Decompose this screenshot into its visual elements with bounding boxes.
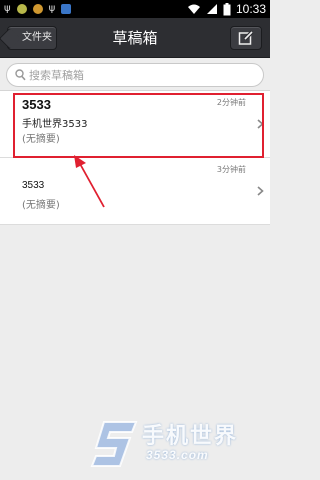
signal-icon — [206, 4, 217, 14]
list-item[interactable]: 3533 2分钟前 手机世界3533 (无摘要) — [0, 91, 270, 158]
app-icon — [61, 4, 72, 14]
watermark: 手机世界 3533.com — [90, 416, 260, 472]
watermark-title: 手机世界 — [142, 424, 239, 449]
compose-button[interactable] — [230, 26, 262, 50]
app-icon — [16, 4, 27, 14]
app-icon — [32, 4, 43, 14]
draft-time: 3分钟前 — [216, 165, 246, 174]
search-area — [0, 58, 270, 90]
wifi-icon — [187, 4, 200, 14]
draft-summary: (无摘要) — [22, 200, 60, 211]
watermark-subtitle: 3533.com — [146, 448, 209, 462]
annotation-arrow-icon — [74, 155, 105, 208]
back-button[interactable]: 文件夹 — [7, 26, 57, 50]
draft-recipient: 3533 — [22, 180, 45, 191]
search-input[interactable] — [29, 64, 249, 86]
draft-time: 2分钟前 — [216, 98, 246, 107]
usb-icon: ψ — [4, 3, 11, 14]
watermark-logo-icon — [90, 421, 138, 467]
compose-icon — [238, 30, 254, 45]
draft-recipient: 3533 — [22, 97, 51, 112]
title-bar: 文件夹 草稿箱 — [0, 18, 270, 58]
status-bar: ψ ψ 10:33 — [0, 0, 270, 18]
search-box[interactable] — [6, 63, 264, 87]
battery-icon — [223, 2, 231, 15]
back-button-label: 文件夹 — [22, 32, 52, 43]
list-item[interactable]: 3533 3分钟前 (无摘要) — [0, 158, 270, 225]
draft-subject: 手机世界3533 — [22, 119, 88, 130]
chevron-right-icon — [257, 186, 264, 196]
notification-icons: ψ ψ — [4, 3, 72, 15]
draft-list: 3533 2分钟前 手机世界3533 (无摘要) 3533 3分钟前 (无摘要) — [0, 90, 270, 225]
usb-icon: ψ — [48, 3, 56, 14]
chevron-right-icon — [257, 119, 264, 129]
clock: 10:33 — [235, 2, 266, 16]
search-icon — [15, 69, 26, 81]
draft-summary: (无摘要) — [22, 134, 60, 145]
